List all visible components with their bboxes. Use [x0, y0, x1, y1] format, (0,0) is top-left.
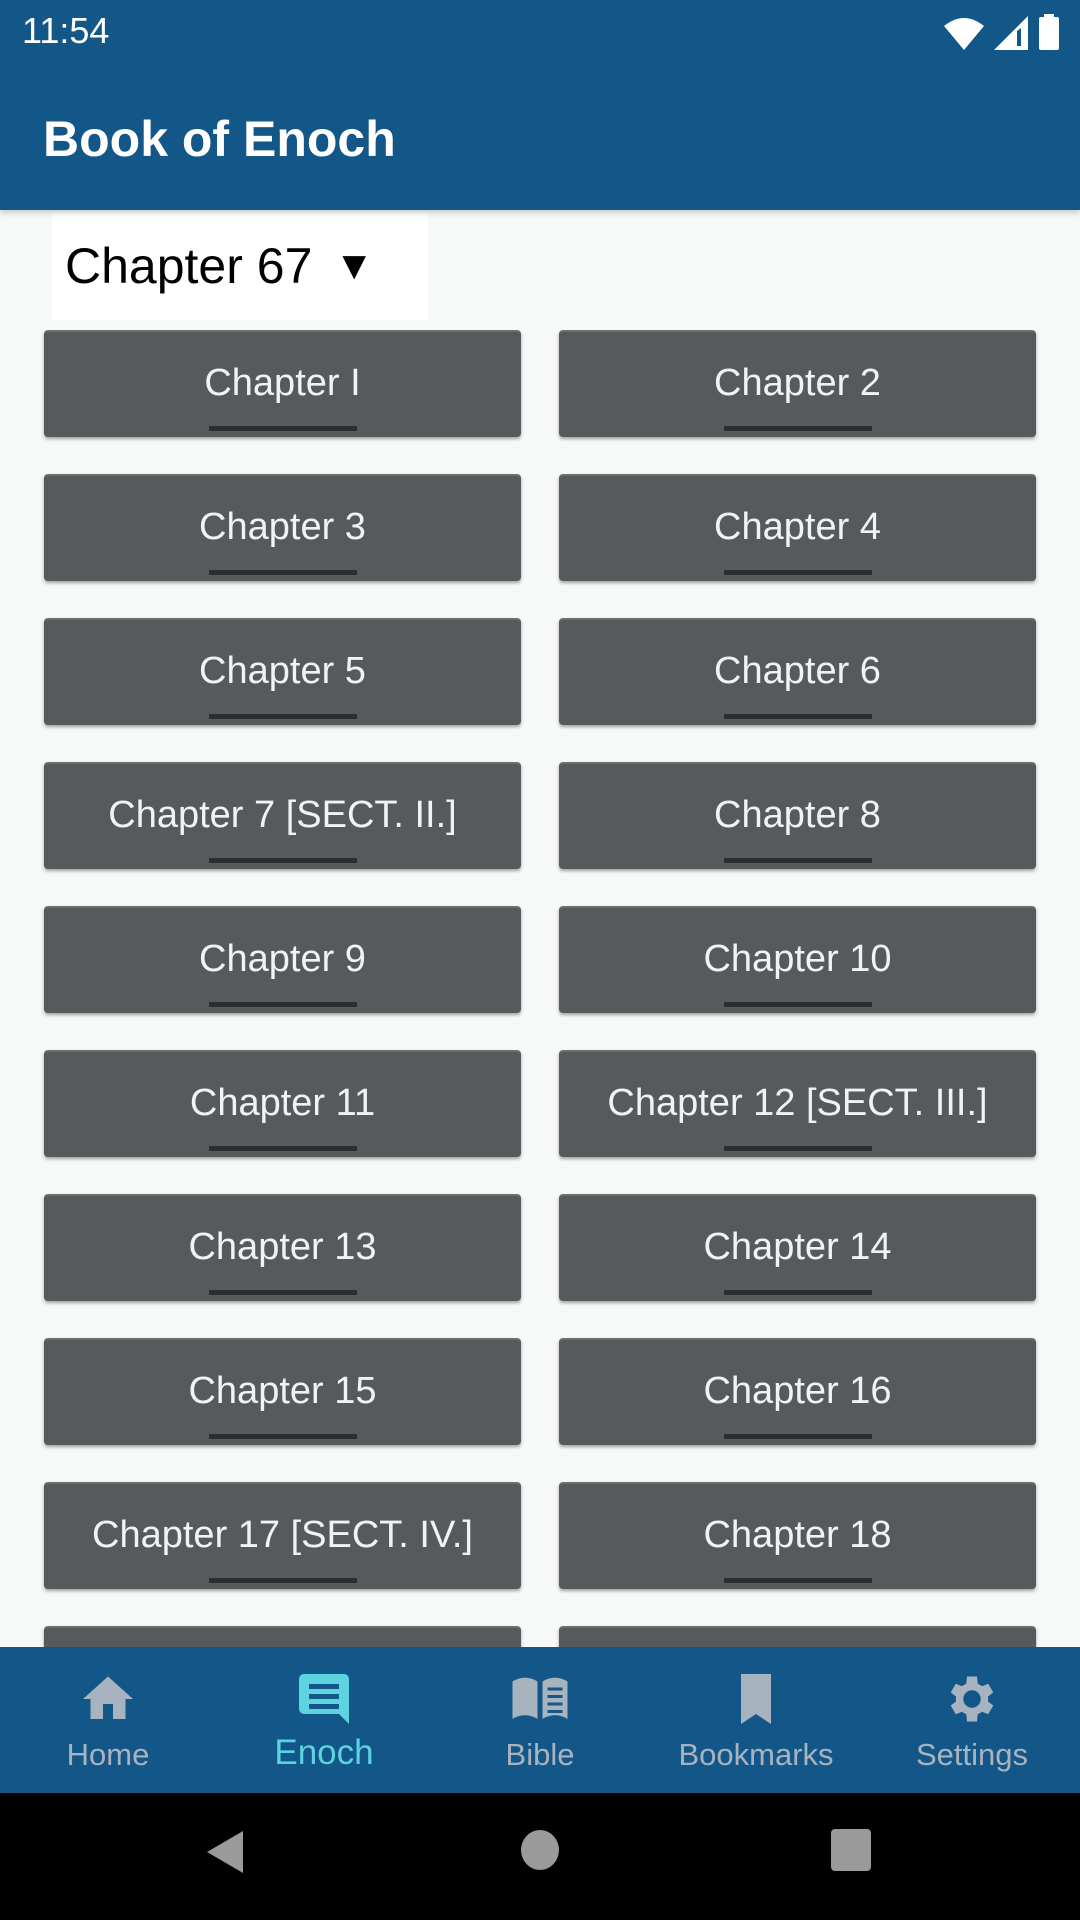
status-time: 11:54	[22, 10, 110, 51]
chat-message-icon	[299, 1674, 349, 1724]
wifi-icon	[944, 18, 984, 50]
chapter-button[interactable]	[559, 1626, 1036, 1647]
chapter-button-label: Chapter 2	[714, 362, 881, 404]
chapter-grid: Chapter I Chapter 2 Chapter 3 Chapter 4 Chap…	[0, 330, 1080, 1647]
chapter-button[interactable]: Chapter 7 [SECT. II.]	[44, 762, 521, 869]
chapter-button-label: Chapter 8	[714, 794, 881, 836]
chapter-button-label: Chapter I	[204, 362, 361, 404]
chapter-button-label: Chapter 13	[188, 1226, 377, 1268]
chapter-button-underline	[723, 1434, 872, 1439]
nav-enoch[interactable]: Enoch	[216, 1647, 432, 1793]
page-title: Book of Enoch	[43, 111, 396, 167]
chapter-button-underline	[723, 1002, 872, 1007]
chapter-button-underline	[208, 1578, 357, 1583]
chapter-button-label: Chapter 9	[199, 938, 366, 980]
chapter-button[interactable]	[44, 1626, 521, 1647]
chapter-button[interactable]: Chapter 3	[44, 474, 521, 581]
chapter-button-underline	[208, 1146, 357, 1151]
nav-bible[interactable]: Bible	[432, 1647, 648, 1793]
chapter-button-label: Chapter 17 [SECT. IV.]	[92, 1514, 473, 1556]
nav-bookmarks-label: Bookmarks	[678, 1737, 834, 1772]
chapter-button-underline	[723, 1578, 872, 1583]
chapter-button[interactable]: Chapter 13	[44, 1194, 521, 1301]
chapter-button[interactable]: Chapter 14	[559, 1194, 1036, 1301]
chapter-button-label: Chapter 5	[199, 650, 366, 692]
signal-icon	[994, 16, 1028, 50]
chapter-button[interactable]: Chapter 17 [SECT. IV.]	[44, 1482, 521, 1589]
back-icon[interactable]	[205, 1829, 245, 1875]
chapter-button-label: Chapter 3	[199, 506, 366, 548]
bottom-navigation: Home Enoch Bible Bookmarks Settings	[0, 1647, 1080, 1793]
chapter-button-underline	[723, 570, 872, 575]
home-button-icon[interactable]	[520, 1829, 560, 1871]
chapter-button-label: Chapter 10	[703, 938, 892, 980]
chapter-button-underline	[208, 1434, 357, 1439]
chapter-button-underline	[208, 1002, 357, 1007]
chapter-button-label: Chapter 12 [SECT. III.]	[607, 1082, 988, 1124]
chapter-button[interactable]: Chapter 12 [SECT. III.]	[559, 1050, 1036, 1157]
chapter-button-underline	[208, 570, 357, 575]
chapter-button-label: Chapter 18	[703, 1514, 892, 1556]
chapter-button[interactable]: Chapter 18	[559, 1482, 1036, 1589]
nav-settings[interactable]: Settings	[864, 1647, 1080, 1793]
nav-bookmarks[interactable]: Bookmarks	[648, 1647, 864, 1793]
chapter-button[interactable]: Chapter 6	[559, 618, 1036, 725]
nav-settings-label: Settings	[915, 1737, 1028, 1772]
nav-enoch-label: Enoch	[274, 1733, 374, 1772]
chapter-dropdown-value: Chapter 67	[65, 238, 313, 294]
chapter-button[interactable]: Chapter 2	[559, 330, 1036, 437]
chapter-button-underline	[208, 714, 357, 719]
recents-icon[interactable]	[831, 1829, 871, 1871]
chapter-dropdown[interactable]: Chapter 67 ▼	[52, 212, 428, 320]
open-book-icon	[512, 1677, 568, 1719]
chapter-button[interactable]: Chapter 8	[559, 762, 1036, 869]
chapter-button-label: Chapter 11	[189, 1082, 376, 1124]
chapter-button-underline	[723, 714, 872, 719]
chapter-button-underline	[723, 1146, 872, 1151]
status-icons	[944, 14, 1060, 50]
nav-home[interactable]: Home	[0, 1647, 216, 1793]
gear-icon	[950, 1676, 994, 1722]
nav-home-label: Home	[66, 1737, 150, 1772]
bookmark-icon	[741, 1674, 771, 1724]
app-bar: Book of Enoch	[0, 63, 1080, 210]
chapter-button[interactable]: Chapter 4	[559, 474, 1036, 581]
chapter-button-underline	[723, 426, 872, 431]
chapter-button-label: Chapter 7 [SECT. II.]	[108, 794, 457, 836]
chapter-button[interactable]: Chapter 15	[44, 1338, 521, 1445]
chapter-button-label: Chapter 4	[714, 506, 881, 548]
chapter-button-label: Chapter 6	[714, 650, 881, 692]
chapter-button-underline	[723, 858, 872, 863]
dropdown-arrow-icon: ▼	[334, 243, 374, 288]
chapter-button[interactable]: Chapter I	[44, 330, 521, 437]
chapter-button-label: Chapter 16	[703, 1370, 892, 1412]
chapter-button-label: Chapter 15	[188, 1370, 377, 1412]
chapter-button-underline	[208, 426, 357, 431]
home-icon	[83, 1676, 133, 1719]
status-bar: 11:54	[0, 0, 1080, 63]
chapter-button[interactable]: Chapter 16	[559, 1338, 1036, 1445]
chapter-button[interactable]: Chapter 5	[44, 618, 521, 725]
nav-bible-label: Bible	[505, 1737, 575, 1772]
chapter-button[interactable]: Chapter 10	[559, 906, 1036, 1013]
chapter-button-underline	[208, 1290, 357, 1295]
chapter-button[interactable]: Chapter 11	[44, 1050, 521, 1157]
chapter-button[interactable]: Chapter 9	[44, 906, 521, 1013]
chapter-button-label: Chapter 14	[703, 1226, 892, 1268]
chapter-button-underline	[723, 1290, 872, 1295]
chapter-button-underline	[208, 858, 357, 863]
system-navigation-bar	[0, 1793, 1080, 1920]
battery-icon	[1039, 14, 1059, 50]
